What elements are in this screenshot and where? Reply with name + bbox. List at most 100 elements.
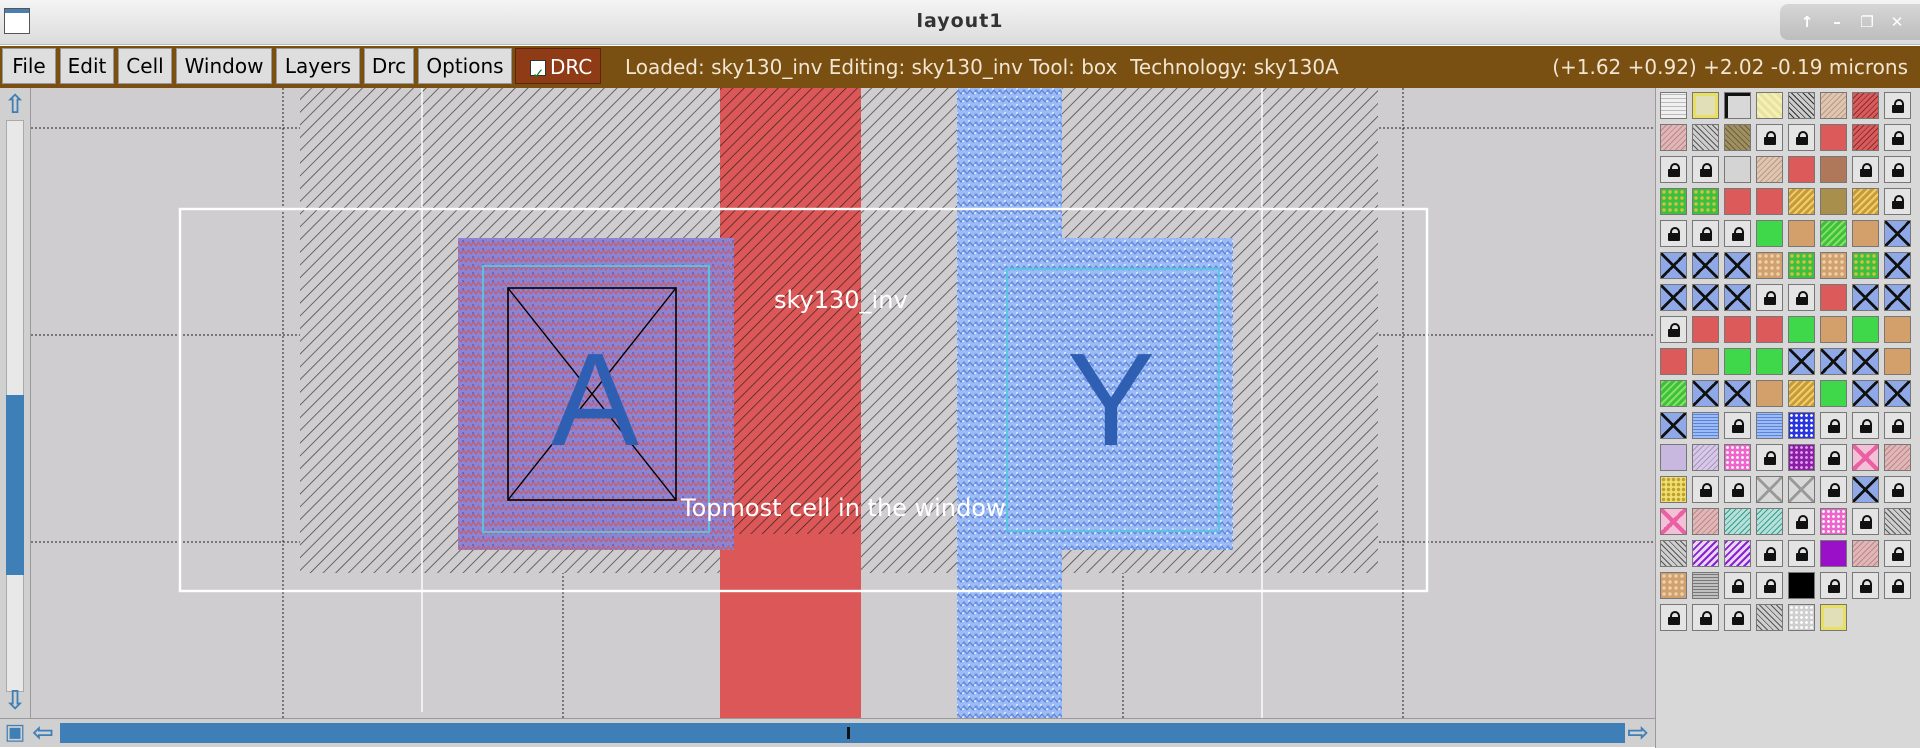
layer-swatch-red[interactable] [1756, 316, 1783, 343]
layer-swatch-tan-dots[interactable] [1660, 572, 1687, 599]
layer-swatch-outline[interactable] [1724, 92, 1751, 119]
layer-swatch-cross[interactable] [1788, 348, 1815, 375]
horizontal-scroll-thumb[interactable] [60, 723, 1625, 743]
scroll-left-arrow-icon[interactable]: ⇦ [30, 720, 56, 746]
layer-swatch-yellow-stripe[interactable] [1788, 380, 1815, 407]
menu-window[interactable]: Window [176, 48, 272, 84]
layer-swatch-lock[interactable] [1788, 124, 1815, 151]
layer-swatch-lock[interactable] [1692, 476, 1719, 503]
layer-swatch-lock[interactable] [1788, 540, 1815, 567]
layer-swatch-cross[interactable] [1820, 348, 1847, 375]
layer-swatch-lock[interactable] [1756, 572, 1783, 599]
layer-swatch-cross[interactable] [1852, 476, 1879, 503]
layer-swatch-lock[interactable] [1660, 604, 1687, 631]
layer-swatch-gray-cross[interactable] [1756, 476, 1783, 503]
scroll-up-arrow-icon[interactable]: ⇧ [2, 92, 28, 118]
layer-swatch-pink-cross[interactable] [1660, 508, 1687, 535]
layer-swatch-lock[interactable] [1820, 412, 1847, 439]
layer-swatch-tan[interactable] [1692, 348, 1719, 375]
layer-swatch-tan[interactable] [1788, 220, 1815, 247]
layer-swatch-pink-hatch[interactable] [1884, 444, 1911, 471]
layer-swatch-cross[interactable] [1660, 284, 1687, 311]
layer-swatch-lock[interactable] [1820, 572, 1847, 599]
layer-swatch-tan-dots[interactable] [1756, 252, 1783, 279]
layer-swatch-lock[interactable] [1788, 508, 1815, 535]
layer-swatch-lock[interactable] [1884, 476, 1911, 503]
menu-layers[interactable]: Layers [276, 48, 360, 84]
layer-swatch-gray[interactable] [1724, 156, 1751, 183]
horizontal-scrollbar[interactable]: ▣ ⇦ ⇨ [0, 718, 1655, 747]
layer-swatch-lock[interactable] [1884, 92, 1911, 119]
layer-swatch-lock[interactable] [1692, 156, 1719, 183]
layer-swatch-gray-hatch[interactable] [1756, 604, 1783, 631]
layer-swatch-green[interactable] [1852, 316, 1879, 343]
scroll-down-arrow-icon[interactable]: ⇩ [2, 688, 28, 714]
layer-swatch-olive-hatch[interactable] [1724, 124, 1751, 151]
layer-swatch-gray-hatch[interactable] [1660, 540, 1687, 567]
layer-swatch-lock[interactable] [1884, 572, 1911, 599]
layer-swatch-red[interactable] [1660, 348, 1687, 375]
layer-swatch-green[interactable] [1820, 380, 1847, 407]
layer-swatch-blue-wave[interactable] [1692, 412, 1719, 439]
layer-swatch-pink-hatch[interactable] [1852, 540, 1879, 567]
layer-swatch-green[interactable] [1756, 348, 1783, 375]
layer-swatch-cross[interactable] [1660, 412, 1687, 439]
layer-swatch-cross[interactable] [1692, 380, 1719, 407]
layer-swatch-red[interactable] [1724, 316, 1751, 343]
layer-swatch-red[interactable] [1756, 188, 1783, 215]
scroll-right-arrow-icon[interactable]: ⇨ [1625, 720, 1651, 746]
layer-swatch-lock[interactable] [1852, 156, 1879, 183]
drc-checkbox-icon[interactable] [530, 56, 546, 92]
layer-swatch-cross[interactable] [1692, 284, 1719, 311]
layer-swatch-green[interactable] [1788, 316, 1815, 343]
layer-swatch-red-hatch[interactable] [1852, 92, 1879, 119]
layer-swatch-lock[interactable] [1788, 284, 1815, 311]
layer-swatch-tan[interactable] [1852, 220, 1879, 247]
layer-swatch-yellow-x[interactable] [1756, 92, 1783, 119]
layer-swatch-pink-cross[interactable] [1852, 444, 1879, 471]
layer-swatch-yellow-stripe[interactable] [1852, 188, 1879, 215]
maximize-arrow-icon[interactable]: ↑ [1794, 10, 1820, 34]
layer-swatch-tan-dots[interactable] [1820, 252, 1847, 279]
vertical-scroll-thumb[interactable] [6, 395, 24, 575]
layer-swatch-gray-hatch[interactable] [1884, 508, 1911, 535]
layer-swatch-cross[interactable] [1852, 348, 1879, 375]
restore-icon[interactable]: ❐ [1854, 10, 1880, 34]
layer-swatch-pink-dots[interactable] [1724, 444, 1751, 471]
layer-swatch-blue-dots[interactable] [1788, 412, 1815, 439]
menu-cell[interactable]: Cell [118, 48, 172, 84]
layer-swatch-cross[interactable] [1724, 380, 1751, 407]
layer-swatch-lock[interactable] [1884, 156, 1911, 183]
vertical-scrollbar[interactable]: ⇧ ⇩ [0, 88, 31, 718]
layer-swatch-yellow-frame[interactable] [1820, 604, 1847, 631]
layer-swatch-red[interactable] [1692, 316, 1719, 343]
layer-swatch-yellow-stripe[interactable] [1788, 188, 1815, 215]
layer-swatch-green[interactable] [1756, 220, 1783, 247]
menu-options[interactable]: Options [418, 48, 512, 84]
layer-swatch-lock[interactable] [1660, 156, 1687, 183]
minimize-icon[interactable]: – [1824, 10, 1850, 34]
layer-swatch-yellow-frame[interactable] [1692, 92, 1719, 119]
layer-swatch-lock[interactable] [1756, 124, 1783, 151]
layer-swatch-lock[interactable] [1820, 476, 1847, 503]
layer-swatch-lock[interactable] [1852, 412, 1879, 439]
layer-swatch-lock[interactable] [1724, 412, 1751, 439]
layer-swatch-green-dots[interactable] [1692, 188, 1719, 215]
layer-swatch-pink-hatch[interactable] [1660, 124, 1687, 151]
layer-swatch-lock[interactable] [1692, 220, 1719, 247]
layer-swatch-lavender[interactable] [1660, 444, 1687, 471]
layer-swatch-tan[interactable] [1884, 348, 1911, 375]
layer-swatch-gray-wave[interactable] [1692, 572, 1719, 599]
layer-swatch-lock[interactable] [1692, 604, 1719, 631]
layer-swatch-tan-hatch[interactable] [1820, 92, 1847, 119]
layer-swatch-green-dots[interactable] [1788, 252, 1815, 279]
layer-swatch-pattern[interactable] [1660, 92, 1687, 119]
layer-swatch-lock[interactable] [1852, 572, 1879, 599]
layer-swatch-black[interactable] [1788, 572, 1815, 599]
layer-swatch-cross[interactable] [1884, 252, 1911, 279]
layer-swatch-lock[interactable] [1724, 220, 1751, 247]
menu-file[interactable]: File [2, 48, 56, 84]
layer-swatch-lock[interactable] [1724, 604, 1751, 631]
layer-swatch-lock[interactable] [1724, 476, 1751, 503]
layer-swatch-purple[interactable] [1820, 540, 1847, 567]
